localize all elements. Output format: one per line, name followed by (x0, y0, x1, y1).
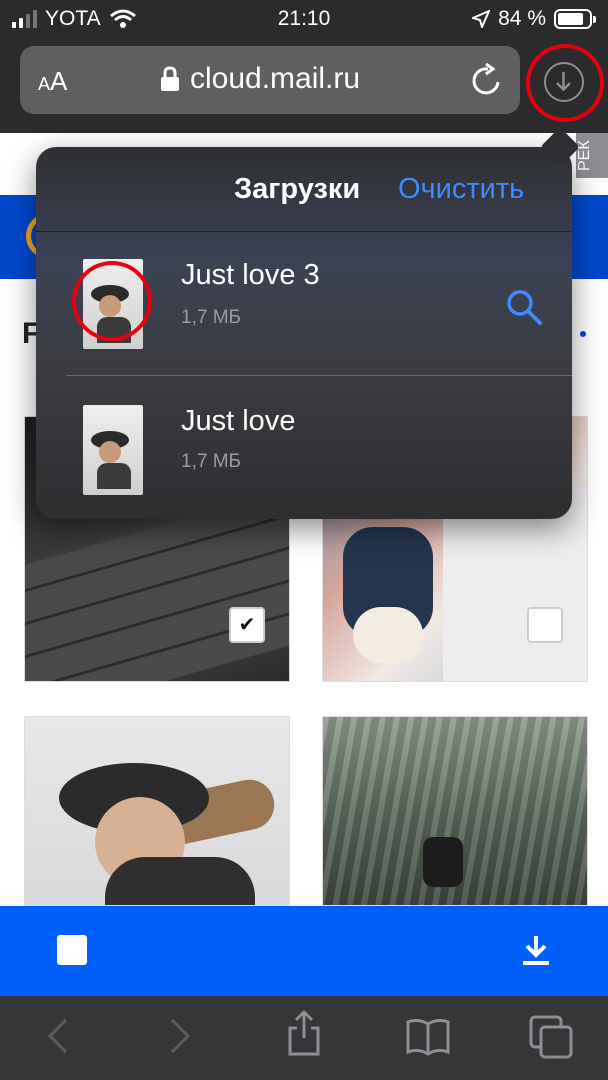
download-icon[interactable] (520, 934, 552, 968)
more-dots-icon[interactable] (580, 331, 586, 337)
status-bar: YOTA 21:10 84 % (0, 0, 608, 40)
lock-icon (161, 66, 179, 91)
file-thumbnail (83, 405, 143, 495)
back-icon[interactable] (46, 1016, 70, 1056)
location-icon (472, 10, 491, 28)
highlight-circle (72, 261, 152, 341)
clear-button[interactable]: Очистить (398, 173, 524, 206)
tabs-icon[interactable] (528, 1014, 574, 1060)
ad-label: РЕК (576, 133, 608, 178)
highlight-circle (526, 44, 604, 122)
text-size-button[interactable]: AA (38, 66, 67, 97)
checkmark-icon: ✔ (238, 614, 256, 636)
search-icon[interactable] (504, 287, 544, 327)
bookmarks-icon[interactable] (406, 1016, 450, 1056)
file-name: Just love (181, 405, 296, 437)
photo-checkbox-checked[interactable]: ✔ (229, 607, 265, 643)
file-size: 1,7 МБ (181, 451, 241, 472)
selection-bar (0, 906, 608, 996)
share-icon[interactable] (286, 1010, 322, 1056)
divider (36, 231, 572, 232)
photo-tile[interactable] (24, 716, 290, 906)
forward-icon[interactable] (168, 1016, 192, 1056)
browser-toolbar (0, 996, 608, 1080)
select-all-checkbox[interactable] (57, 935, 87, 965)
file-size: 1,7 МБ (181, 307, 241, 328)
browser-top-bar: YOTA 21:10 84 % AA cloud.mail.ru (0, 0, 608, 133)
battery-percent: 84 % (498, 7, 546, 30)
divider (66, 375, 572, 376)
clock: 21:10 (277, 7, 331, 30)
popover-title: Загрузки (234, 173, 361, 205)
photo-checkbox[interactable] (527, 607, 563, 643)
battery-icon (554, 9, 596, 29)
address-bar[interactable]: AA cloud.mail.ru (20, 46, 520, 114)
photo-tile[interactable] (322, 716, 588, 906)
reload-icon[interactable] (470, 62, 504, 98)
url-text: cloud.mail.ru (190, 62, 361, 95)
file-name: Just love 3 (181, 259, 320, 291)
